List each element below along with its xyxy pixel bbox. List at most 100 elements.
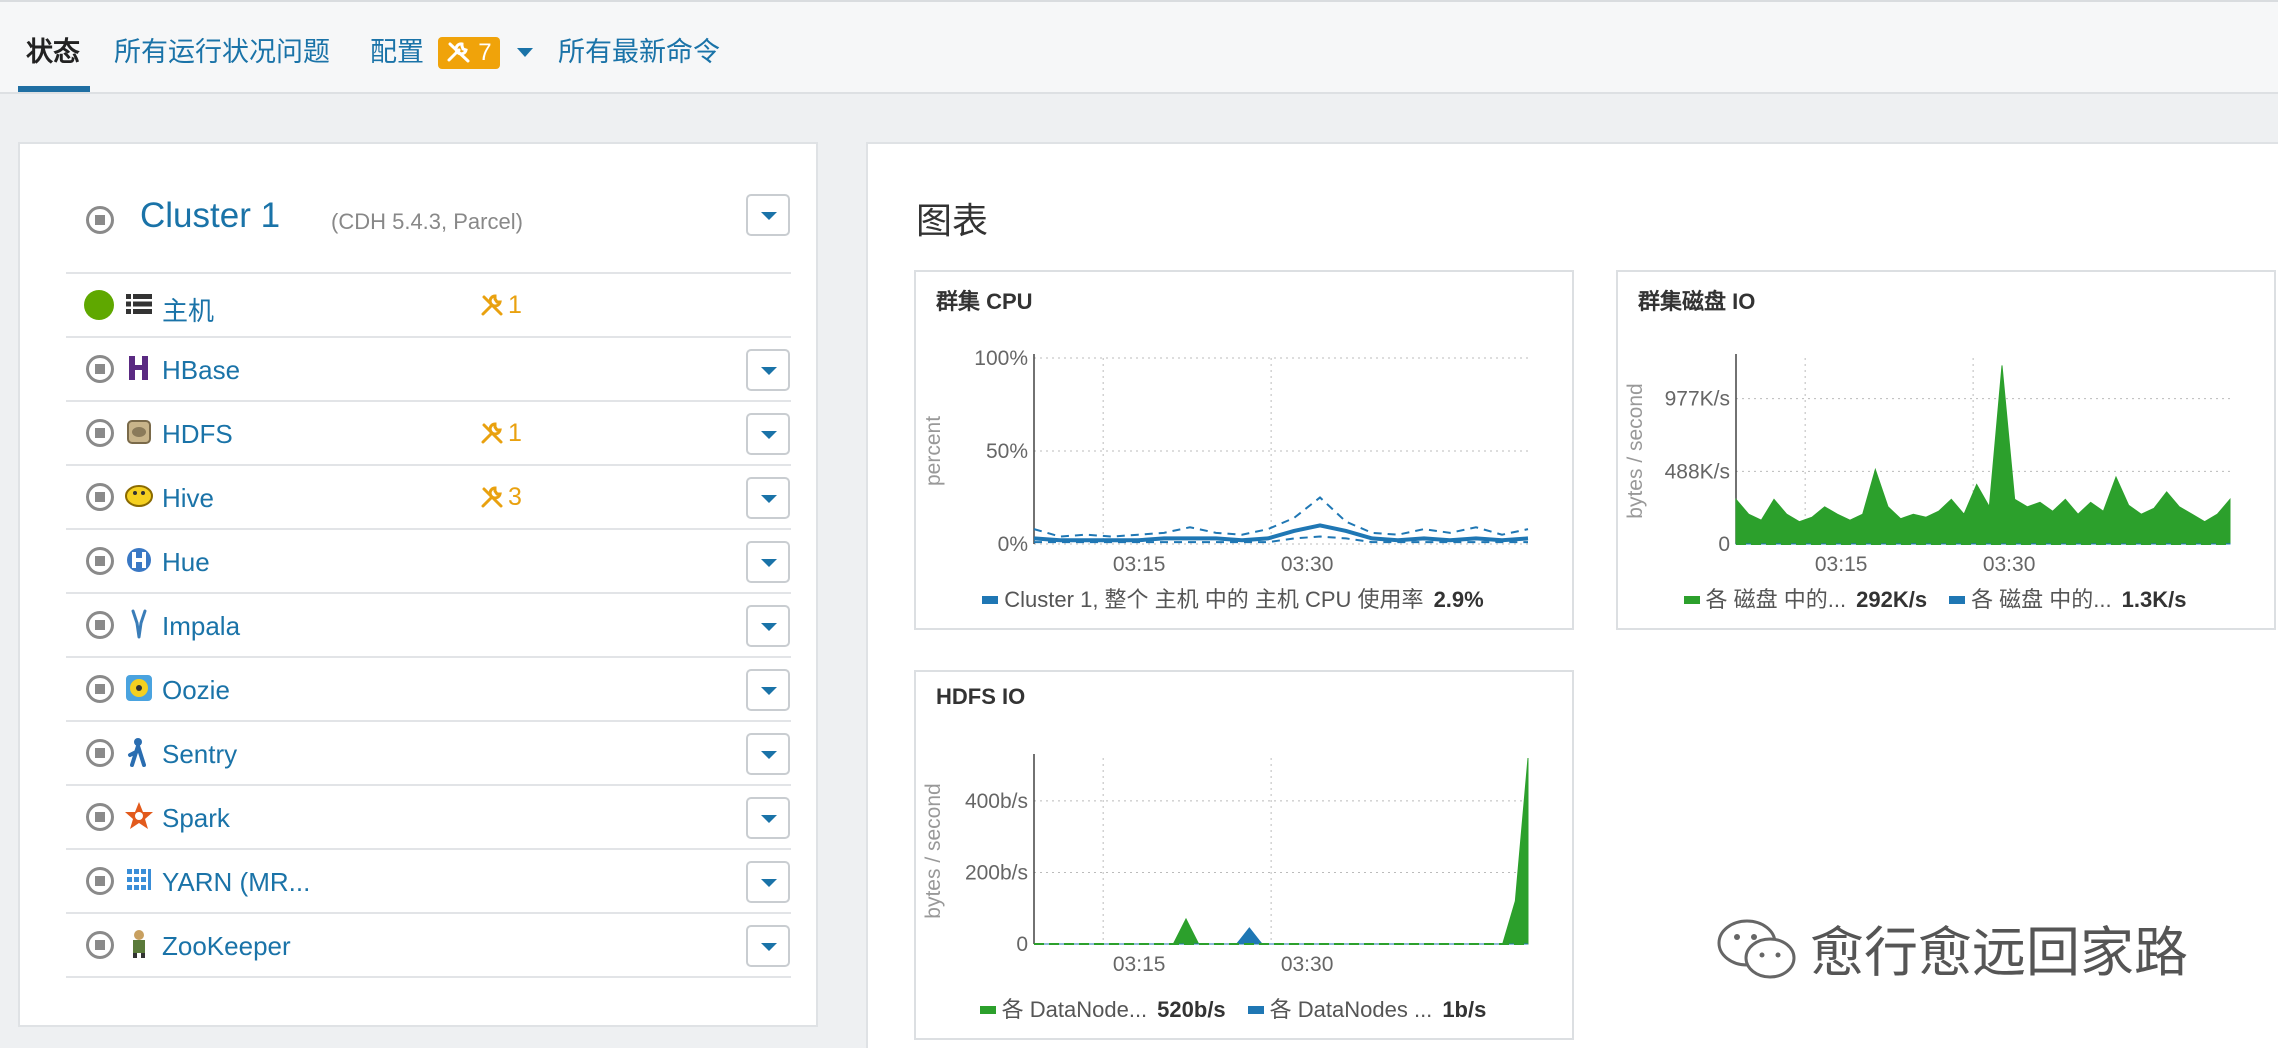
- stopped-status-icon: [86, 547, 114, 575]
- hue-icon: [124, 545, 154, 575]
- service-name-link[interactable]: HDFS: [162, 419, 233, 450]
- config-issues-count: 3: [508, 483, 522, 511]
- service-actions-dropdown[interactable]: [746, 797, 790, 839]
- chart-legend: 各 磁盘 中的... 292K/s 各 磁盘 中的... 1.3K/s: [1618, 582, 2274, 614]
- service-actions-dropdown[interactable]: [746, 349, 790, 391]
- service-name-link[interactable]: 主机: [162, 291, 214, 328]
- service-name-link[interactable]: Hive: [162, 483, 214, 514]
- y-tick-label: 488K/s: [1665, 460, 1730, 483]
- wrench-icon: [480, 483, 508, 511]
- service-actions-dropdown[interactable]: [746, 733, 790, 775]
- y-axis-label: bytes / second: [1624, 383, 1647, 518]
- service-name-link[interactable]: Oozie: [162, 675, 230, 706]
- service-name-link[interactable]: Impala: [162, 611, 240, 642]
- config-issues-indicator[interactable]: 3: [480, 483, 522, 512]
- service-row: YARN (MR...: [66, 850, 791, 914]
- service-name-link[interactable]: ZooKeeper: [162, 931, 291, 962]
- good-health-icon: [84, 290, 114, 320]
- legend-series-value: 1b/s: [1442, 997, 1487, 1022]
- config-issues-badge: 7: [437, 37, 500, 69]
- service-actions-dropdown[interactable]: [746, 861, 790, 903]
- cluster-cpu-chart[interactable]: 群集 CPU percent 100% 50% 0% 03:15 03:30 Cluster…: [914, 270, 1574, 630]
- legend-series-value: 2.9%: [1433, 587, 1484, 612]
- stopped-status-icon: [86, 419, 114, 447]
- tab-all-recent-commands[interactable]: 所有最新命令: [558, 30, 720, 69]
- stopped-status-icon: [86, 355, 114, 383]
- x-tick-label: 03:15: [1113, 553, 1166, 576]
- legend-series-value: 520b/s: [1157, 997, 1226, 1022]
- y-tick-label: 0: [1718, 533, 1730, 556]
- config-issues-count: 7: [478, 39, 492, 66]
- zookeeper-icon: [124, 929, 154, 959]
- service-actions-dropdown[interactable]: [746, 413, 790, 455]
- wrench-icon: [480, 419, 508, 447]
- service-list: 主机 1 HBase HDFS 1 Hive 3 Hue Impala Oozie Sentry Sp…: [66, 272, 791, 978]
- y-tick-label: 50%: [986, 440, 1028, 463]
- impala-icon: [124, 609, 154, 639]
- oozie-icon: [124, 673, 154, 703]
- wechat-watermark: 愈行愈远回家路: [1712, 908, 2188, 987]
- yarn-icon: [124, 865, 154, 895]
- service-actions-dropdown[interactable]: [746, 669, 790, 711]
- legend-swatch: [982, 596, 999, 604]
- service-name-link[interactable]: YARN (MR...: [162, 867, 310, 898]
- stopped-status-icon: [86, 483, 114, 511]
- cluster-name-link[interactable]: Cluster 1: [140, 196, 280, 236]
- service-row: Oozie: [66, 658, 791, 722]
- x-tick-label: 03:30: [1281, 553, 1334, 576]
- y-axis-label: bytes / second: [922, 783, 945, 918]
- spark-icon: [124, 801, 154, 831]
- hosts-list-icon: [124, 289, 154, 319]
- cluster-header: Cluster 1 (CDH 5.4.3, Parcel): [66, 192, 791, 272]
- tab-configuration-label: 配置: [370, 37, 424, 67]
- legend-series-name: 各 磁盘 中的...: [1705, 587, 1847, 612]
- tab-all-health-issues[interactable]: 所有运行状况问题: [114, 30, 330, 69]
- x-tick-label: 03:30: [1281, 953, 1334, 976]
- charts-title: 图表: [916, 200, 989, 241]
- config-issues-count: 1: [508, 291, 522, 319]
- chevron-down-icon[interactable]: [517, 48, 534, 57]
- y-tick-label: 400b/s: [965, 790, 1028, 813]
- config-issues-indicator[interactable]: 1: [480, 419, 522, 448]
- service-row: 主机 1: [66, 274, 791, 338]
- legend-swatch: [1247, 1006, 1264, 1014]
- legend-swatch: [1683, 596, 1700, 604]
- legend-series-name: 各 DataNodes ...: [1269, 997, 1433, 1022]
- series-max-line: [1033, 496, 1529, 538]
- tab-configuration[interactable]: 配置 7: [370, 30, 534, 69]
- chart-legend: Cluster 1, 整个 主机 中的 主机 CPU 使用率 2.9%: [916, 582, 1572, 614]
- hdfs-io-chart[interactable]: HDFS IO bytes / second 400b/s 200b/s 0 03:15…: [914, 670, 1574, 1040]
- service-actions-dropdown[interactable]: [746, 605, 790, 647]
- series-line: [1033, 523, 1529, 543]
- cluster-actions-dropdown[interactable]: [746, 194, 790, 236]
- chart-plot: bytes / second 400b/s 200b/s 0 03:15 03:30: [922, 754, 1529, 976]
- legend-series-value: 292K/s: [1856, 587, 1928, 612]
- service-actions-dropdown[interactable]: [746, 477, 790, 519]
- tab-status[interactable]: 状态: [26, 30, 80, 69]
- service-row: HDFS 1: [66, 402, 791, 466]
- legend-series-name: 各 磁盘 中的...: [1971, 587, 2112, 612]
- y-tick-label: 977K/s: [1665, 388, 1730, 411]
- service-name-link[interactable]: Hue: [162, 547, 210, 578]
- stopped-status-icon: [86, 803, 114, 831]
- service-name-link[interactable]: HBase: [162, 355, 240, 386]
- hbase-icon: [124, 353, 154, 383]
- hive-icon: [124, 481, 154, 511]
- y-tick-label: 100%: [974, 347, 1028, 370]
- active-tab-indicator: [18, 86, 90, 92]
- service-row: Impala: [66, 594, 791, 658]
- series-area: [1735, 365, 2231, 545]
- cluster-disk-io-chart[interactable]: 群集磁盘 IO bytes / second 977K/s 488K/s 0 03:15…: [1616, 270, 2276, 630]
- x-tick-label: 03:15: [1113, 953, 1166, 976]
- series-area: [1034, 757, 1529, 945]
- service-actions-dropdown[interactable]: [746, 925, 790, 967]
- y-tick-label: 0: [1016, 933, 1028, 956]
- service-actions-dropdown[interactable]: [746, 541, 790, 583]
- x-tick-label: 03:30: [1983, 553, 2036, 576]
- service-name-link[interactable]: Spark: [162, 803, 230, 834]
- series-area: [1034, 927, 1528, 945]
- legend-series-name: Cluster 1, 整个 主机 中的 主机 CPU 使用率: [1004, 587, 1424, 612]
- service-name-link[interactable]: Sentry: [162, 739, 237, 770]
- config-issues-indicator[interactable]: 1: [480, 291, 522, 320]
- config-issues-count: 1: [508, 419, 522, 447]
